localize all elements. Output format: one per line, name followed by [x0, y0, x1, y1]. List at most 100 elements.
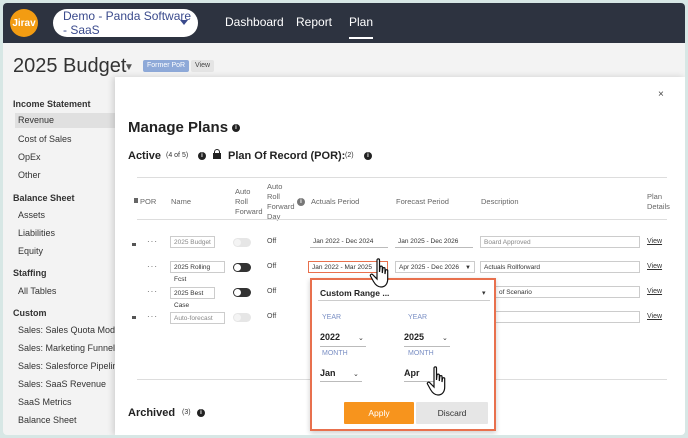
sidebar-item-salesforce-pipeline[interactable]: Sales: Salesforce Pipeline	[18, 361, 123, 371]
end-month-label: MONTH	[408, 350, 434, 357]
start-year-label: YEAR	[322, 314, 342, 321]
row-menu-button[interactable]: ···	[147, 287, 158, 296]
view-link[interactable]: View	[647, 238, 662, 245]
active-section-title: Active	[128, 150, 162, 162]
info-icon[interactable]: i	[197, 409, 205, 417]
sidebar-item-sales-quota-model[interactable]: Sales: Sales Quota Model	[18, 325, 122, 335]
sidebar-heading-balance-sheet: Balance Sheet	[13, 193, 75, 203]
chevron-down-icon: ▼	[465, 265, 471, 271]
plan-name-field[interactable]: 2025 Rolling Fcst	[170, 261, 225, 283]
sidebar-item-equity[interactable]: Equity	[18, 246, 43, 256]
lock-icon	[213, 149, 221, 159]
column-header-auto-roll-forward: Auto Roll Forward	[235, 187, 263, 216]
description-field[interactable]: of Scenario	[480, 286, 640, 298]
column-header-auto-roll-forward-day: Auto Roll Forward Day	[267, 182, 295, 221]
start-month-underline	[320, 381, 362, 382]
chevron-down-icon: ⌄	[442, 335, 448, 342]
column-header-por: POR	[140, 197, 157, 206]
page-title: 2025 Budget	[13, 55, 127, 77]
start-year-select[interactable]: 2022 ⌄	[320, 330, 365, 344]
sidebar-item-saas-revenue[interactable]: Sales: SaaS Revenue	[18, 379, 106, 389]
start-year-value: 2022	[320, 332, 341, 342]
view-link[interactable]: View	[647, 263, 662, 270]
forecast-period-select[interactable]: Apr 2025 - Dec 2026 ▼	[395, 261, 475, 273]
actuals-period-field[interactable]: Jan 2022 - Dec 2024	[310, 236, 388, 248]
start-month-select[interactable]: Jan ⌄	[320, 366, 362, 380]
sidebar-item-cost-of-sales[interactable]: Cost of Sales	[18, 134, 72, 144]
info-icon[interactable]: i	[198, 152, 206, 160]
apply-button[interactable]: Apply	[344, 402, 414, 424]
info-icon[interactable]: i	[297, 198, 305, 206]
sidebar-heading-custom: Custom	[13, 308, 47, 318]
sidebar-item-assets[interactable]: Assets	[18, 210, 45, 220]
auto-roll-forward-day-value: Off	[267, 313, 277, 320]
sidebar-item-saas-metrics[interactable]: SaaS Metrics	[18, 397, 72, 407]
plan-name-field[interactable]: 2025 Best Case	[170, 287, 215, 309]
end-year-select[interactable]: 2025 ⌄	[404, 330, 449, 344]
start-month-label: MONTH	[322, 350, 348, 357]
former-por-badge: Former PoR	[143, 60, 190, 72]
description-field[interactable]: Actuals Rollforward	[480, 261, 640, 273]
column-header-actuals-period: Actuals Period	[311, 197, 360, 206]
header-divider	[137, 219, 667, 220]
por-count: (2)	[345, 152, 354, 159]
end-year-underline	[404, 346, 450, 347]
end-year-label: YEAR	[408, 314, 428, 321]
discard-button[interactable]: Discard	[416, 402, 488, 424]
sidebar-item-all-tables[interactable]: All Tables	[18, 286, 56, 296]
sidebar-item-liabilities[interactable]: Liabilities	[18, 228, 55, 238]
description-field[interactable]: Board Approved	[480, 236, 640, 248]
chevron-down-icon: ⌄	[353, 371, 359, 378]
column-header-forecast-period: Forecast Period	[396, 197, 449, 206]
nav-dashboard[interactable]: Dashboard	[225, 15, 284, 29]
close-icon[interactable]: ×	[658, 89, 664, 100]
sidebar-item-opex[interactable]: OpEx	[18, 152, 41, 162]
end-year-value: 2025	[404, 332, 425, 342]
logo-text: Jirav	[12, 17, 36, 29]
range-select[interactable]: Custom Range ... ▾	[318, 286, 490, 301]
auto-roll-forward-toggle[interactable]	[233, 313, 251, 322]
row-menu-button[interactable]: ···	[147, 262, 158, 271]
auto-roll-forward-day-value: Off	[267, 238, 277, 245]
hand-cursor-icon	[369, 258, 389, 288]
forecast-period-field[interactable]: Jan 2025 - Dec 2026	[395, 236, 473, 248]
auto-roll-forward-toggle[interactable]	[233, 263, 251, 272]
archived-section-title: Archived	[128, 407, 176, 419]
start-month-value: Jan	[320, 368, 336, 378]
custom-range-popup: Custom Range ... ▾ YEAR 2022 ⌄ MONTH Jan…	[310, 278, 496, 431]
sidebar-item-balance-sheet[interactable]: Balance Sheet	[18, 415, 77, 425]
chevron-down-icon: ⌄	[358, 335, 364, 342]
auto-roll-forward-toggle[interactable]	[233, 238, 251, 247]
description-field[interactable]	[480, 311, 640, 323]
column-header-description: Description	[481, 197, 519, 206]
nav-plan[interactable]: Plan	[349, 15, 374, 39]
view-link[interactable]: View	[647, 313, 662, 320]
nav-report[interactable]: Report	[296, 15, 332, 29]
workspace-selector[interactable]: Demo - Panda Software - SaaS	[53, 9, 198, 37]
lock-icon	[132, 243, 136, 246]
sidebar-item-marketing-funnel[interactable]: Sales: Marketing Funnel	[18, 343, 115, 353]
archived-count: (3)	[182, 409, 191, 416]
chevron-down-icon: ▾	[482, 290, 486, 297]
chevron-down-icon[interactable]: ▼	[124, 62, 134, 73]
plan-name-field[interactable]: Auto-forecast	[170, 312, 225, 324]
start-year-underline	[320, 346, 366, 347]
active-count: (4 of 5)	[166, 152, 189, 159]
jirav-logo[interactable]: Jirav	[10, 9, 38, 37]
plan-name-field[interactable]: 2025 Budget	[170, 236, 215, 248]
por-section-title: Plan Of Record (POR):	[228, 150, 346, 162]
modal-title: Manage Plans	[128, 119, 229, 136]
auto-roll-forward-toggle[interactable]	[233, 288, 251, 297]
sidebar-item-other[interactable]: Other	[18, 170, 41, 180]
workspace-label: Demo - Panda Software - SaaS	[63, 9, 192, 37]
row-menu-button[interactable]: ···	[147, 312, 158, 321]
sidebar-item-revenue[interactable]: Revenue	[15, 113, 121, 128]
top-navigation-bar: Jirav Demo - Panda Software - SaaS Dashb…	[3, 3, 685, 43]
forecast-period-value: Apr 2025 - Dec 2026	[399, 264, 459, 271]
info-icon[interactable]: i	[232, 124, 240, 132]
row-menu-button[interactable]: ···	[147, 237, 158, 246]
table-top-border	[137, 177, 667, 178]
column-header-name: Name	[171, 197, 192, 206]
info-icon[interactable]: i	[364, 152, 372, 160]
view-link[interactable]: View	[647, 288, 662, 295]
